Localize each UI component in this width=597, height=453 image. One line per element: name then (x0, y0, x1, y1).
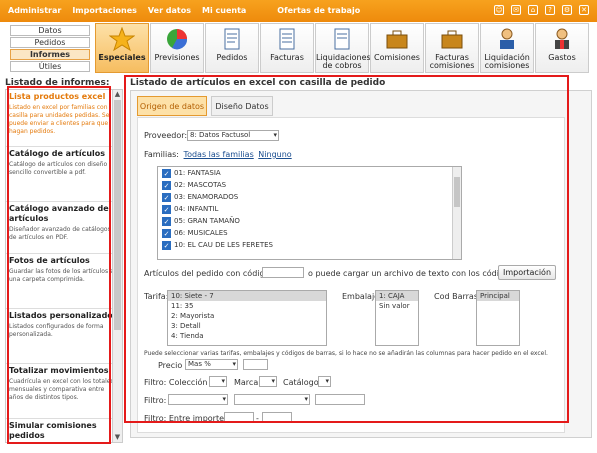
submenu-datos[interactable]: Datos (10, 25, 90, 36)
star-icon (108, 26, 136, 52)
person-money-icon (500, 28, 514, 49)
document-icon (224, 28, 240, 50)
menu-importaciones[interactable]: Importaciones (72, 6, 137, 15)
mail-icon[interactable]: ✉ (511, 5, 521, 15)
tool-label: Facturas (270, 53, 304, 62)
top-icons: ☺ ✉ ⌂? ⚙ ✕ (487, 5, 589, 15)
menu-administrar[interactable]: Administrar (8, 6, 61, 15)
tool-facturas[interactable]: Facturas (260, 23, 314, 73)
scroll-up-icon[interactable]: ▲ (113, 90, 122, 99)
briefcase-document-icon (441, 30, 463, 49)
top-menu: Administrar Importaciones Ver datos Mi cuen… (8, 6, 371, 15)
tool-especiales[interactable]: Especiales (95, 23, 149, 73)
tool-pedidos[interactable]: Pedidos (205, 23, 259, 73)
tool-liquidacion-comisiones[interactable]: Liquidación comisiones (480, 23, 534, 73)
menu-ver-datos[interactable]: Ver datos (148, 6, 191, 15)
home-icon[interactable]: ⌂ (528, 5, 538, 15)
tool-label: Especiales (98, 53, 146, 62)
submenu-utiles[interactable]: Útiles (10, 61, 90, 72)
tool-label: Facturas comisiones (429, 53, 475, 70)
help-icon[interactable]: ? (545, 5, 555, 15)
menu-mi-cuenta[interactable]: Mi cuenta (202, 6, 246, 15)
briefcase-icon (386, 30, 408, 49)
tool-label: Previsiones (154, 53, 200, 62)
section-submenu: Datos Pedidos Informes Útiles (10, 25, 90, 73)
highlight-box-left (7, 86, 111, 444)
tool-comisiones[interactable]: Comisiones (370, 23, 424, 73)
tool-label: Pedidos (216, 53, 248, 62)
settings-icon[interactable]: ⚙ (562, 5, 572, 15)
top-bar: Administrar Importaciones Ver datos Mi cuen… (0, 0, 597, 22)
tool-label: Gastos (548, 53, 576, 62)
tool-gastos[interactable]: Gastos (535, 23, 589, 73)
submenu-pedidos[interactable]: Pedidos (10, 37, 90, 48)
receipt-icon (334, 28, 350, 50)
highlight-box-main (124, 75, 569, 423)
tool-previsiones[interactable]: Previsiones (150, 23, 204, 73)
submenu-informes[interactable]: Informes (10, 49, 90, 60)
tool-facturas-comisiones[interactable]: Facturas comisiones (425, 23, 479, 73)
tool-liquidaciones-cobros[interactable]: Liquidaciones de cobros (315, 23, 371, 73)
menu-ofertas-trabajo[interactable]: Ofertas de trabajo (277, 6, 360, 15)
scroll-thumb[interactable] (114, 100, 121, 330)
tool-label: Liquidación comisiones (484, 53, 530, 70)
invoice-icon (279, 28, 295, 50)
scroll-down-icon[interactable]: ▼ (113, 433, 122, 442)
exit-icon[interactable]: ✕ (579, 5, 589, 15)
report-toolbar: Especiales Previsiones Pedidos Facturas … (95, 23, 595, 73)
tool-label: Comisiones (374, 53, 420, 62)
tool-label: Liquidaciones de cobros (316, 53, 371, 70)
user-icon[interactable]: ☺ (494, 5, 504, 15)
reports-scrollbar[interactable]: ▲ ▼ (112, 90, 122, 442)
person-expense-icon (555, 28, 569, 49)
pie-chart-icon (167, 29, 188, 50)
